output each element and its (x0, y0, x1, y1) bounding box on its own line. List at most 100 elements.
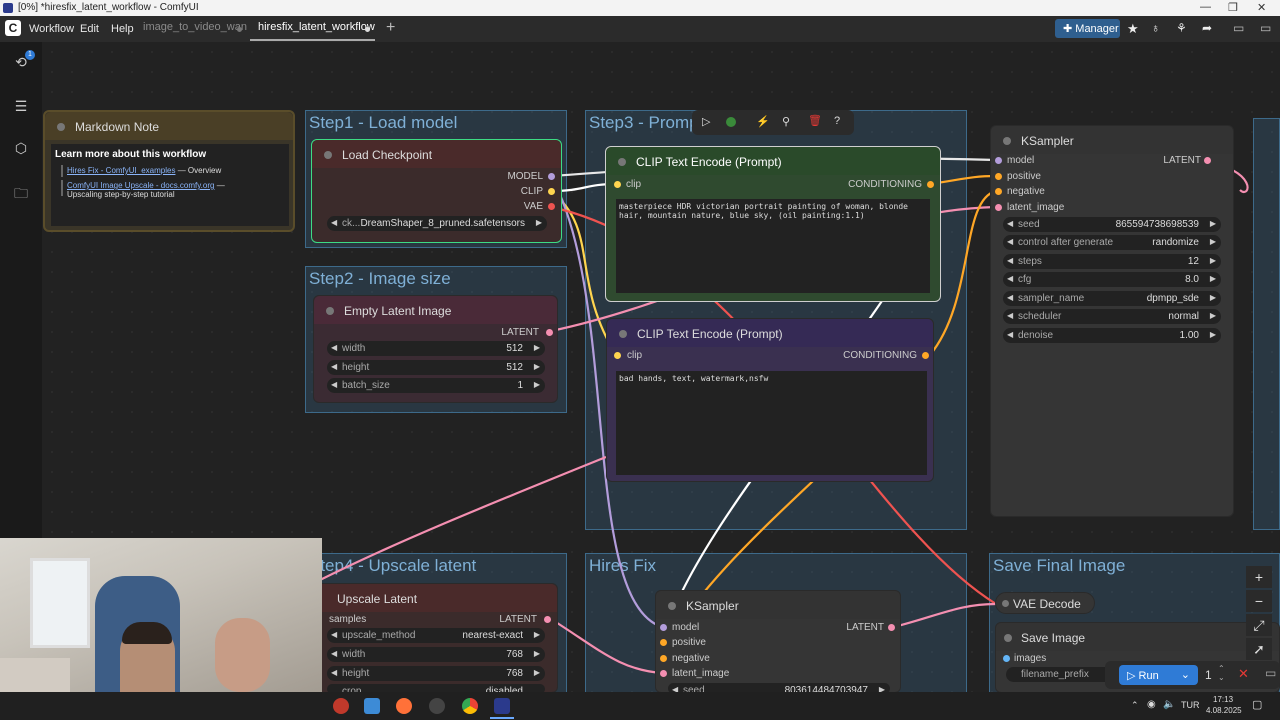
arrow-right-icon[interactable]: ▶ (534, 649, 540, 658)
input-images-slot[interactable] (1003, 655, 1010, 662)
input-clip-slot[interactable] (614, 352, 621, 359)
input-model-slot[interactable] (995, 157, 1002, 164)
clock-time[interactable]: 17:13 (1213, 695, 1233, 704)
arrow-left-icon[interactable]: ◀ (1007, 330, 1013, 339)
select-mode-icon[interactable]: ➚ (1246, 638, 1272, 660)
pin-icon[interactable]: ⚲ (782, 115, 790, 128)
input-latent-slot[interactable] (660, 670, 667, 677)
batch-size-widget[interactable]: ◀ batch_size 1 ▶ (327, 378, 545, 393)
upscale-latent-node[interactable]: Upscale Latent samples LATENT ◀ upscale_m… (313, 583, 558, 694)
save-image-header[interactable]: Save Image (996, 623, 1279, 651)
volume-icon[interactable]: 🔈 (1163, 699, 1175, 710)
cfg-widget[interactable]: ◀ cfg 8.0 ▶ (1003, 272, 1221, 287)
positive-prompt-textarea[interactable]: masterpiece HDR victorian portrait paint… (616, 199, 930, 293)
help-icon[interactable]: ? (834, 115, 840, 127)
arrow-right-icon[interactable]: ▶ (1210, 274, 1216, 283)
input-latent-slot[interactable] (995, 204, 1002, 211)
firefox-icon[interactable] (396, 698, 412, 714)
arrow-right-icon[interactable]: ▶ (1210, 256, 1216, 265)
chrome-icon[interactable] (462, 698, 478, 714)
arrow-left-icon[interactable]: ◀ (1007, 256, 1013, 265)
zoom-in-icon[interactable]: + (1246, 566, 1272, 588)
upscale-method-widget[interactable]: ◀ upscale_method nearest-exact ▶ (327, 628, 545, 643)
input-language[interactable]: TUR (1181, 700, 1200, 710)
obs-icon[interactable] (429, 698, 445, 714)
file-explorer-icon[interactable] (364, 698, 380, 714)
collapse-dot-icon[interactable] (1002, 600, 1009, 607)
arrow-left-icon[interactable]: ◀ (331, 649, 337, 658)
scheduler-widget[interactable]: ◀ scheduler normal ▶ (1003, 309, 1221, 324)
collapse-dot-icon[interactable] (1004, 634, 1012, 642)
output-model-slot[interactable] (548, 173, 555, 180)
output-latent-slot[interactable] (1204, 157, 1211, 164)
color-picker-icon[interactable] (726, 117, 736, 127)
clip-negative-node[interactable]: CLIP Text Encode (Prompt) clip CONDITION… (606, 318, 934, 482)
notification-icon[interactable]: ▢ (1252, 698, 1262, 711)
collapse-dot-icon[interactable] (324, 151, 332, 159)
count-stepper-icon[interactable]: ⌃ ⌄ (1218, 664, 1225, 682)
arrow-right-icon[interactable]: ▶ (534, 362, 540, 371)
collapse-dot-icon[interactable] (619, 330, 627, 338)
delete-icon[interactable]: 🗑 (808, 114, 822, 127)
arrow-right-icon[interactable]: ▶ (534, 380, 540, 389)
output-conditioning-slot[interactable] (927, 181, 934, 188)
cancel-icon[interactable]: ✕ (1238, 666, 1249, 682)
chevron-down-icon[interactable]: ⌄ (1181, 668, 1190, 681)
collapse-dot-icon[interactable] (618, 158, 626, 166)
upscale-height-widget[interactable]: ◀ height 768 ▶ (327, 666, 545, 681)
filename-prefix-widget[interactable]: filename_prefix (1006, 667, 1116, 682)
empty-latent-node[interactable]: Empty Latent Image LATENT ◀ width 512 ▶ ◀ he… (313, 295, 558, 403)
control-after-generate-widget[interactable]: ◀ control after generate randomize ▶ (1003, 235, 1221, 250)
upscale-latent-header[interactable]: Upscale Latent (314, 584, 557, 612)
output-latent-slot[interactable] (546, 329, 553, 336)
arrow-left-icon[interactable]: ◀ (1007, 219, 1013, 228)
arrow-right-icon[interactable]: ▶ (534, 668, 540, 677)
clip-negative-header[interactable]: CLIP Text Encode (Prompt) (607, 319, 933, 347)
load-checkpoint-header[interactable]: Load Checkpoint (312, 140, 561, 168)
input-negative-slot[interactable] (995, 188, 1002, 195)
input-positive-slot[interactable] (995, 173, 1002, 180)
hires-ksampler-header[interactable]: KSampler (656, 591, 900, 619)
arrow-right-icon[interactable]: ▶ (534, 343, 540, 352)
seed-widget[interactable]: ◀ seed 865594738698539 ▶ (1003, 217, 1221, 232)
hires-ksampler-node[interactable]: KSampler model positive negative latent_… (655, 590, 901, 694)
arrow-left-icon[interactable]: ◀ (1007, 311, 1013, 320)
markdown-note-node[interactable]: Markdown Note Learn more about this work… (43, 110, 295, 232)
fit-view-icon[interactable]: ⤢ (1246, 614, 1272, 636)
clip-positive-header[interactable]: CLIP Text Encode (Prompt) (606, 147, 940, 175)
input-positive-slot[interactable] (660, 639, 667, 646)
ksampler-header[interactable]: KSampler (991, 126, 1233, 154)
output-conditioning-slot[interactable] (922, 352, 929, 359)
arrow-left-icon[interactable]: ◀ (331, 630, 337, 639)
batch-count-input[interactable]: 1 (1205, 668, 1212, 682)
arrow-left-icon[interactable]: ◀ (331, 343, 337, 352)
upscale-width-widget[interactable]: ◀ width 768 ▶ (327, 647, 545, 662)
output-latent-slot[interactable] (544, 616, 551, 623)
arrow-right-icon[interactable]: ▶ (1210, 219, 1216, 228)
queue-panel-icon[interactable]: ▭ (1265, 666, 1276, 680)
empty-latent-header[interactable]: Empty Latent Image (314, 296, 557, 324)
arrow-left-icon[interactable]: ◀ (331, 380, 337, 389)
clip-positive-node[interactable]: CLIP Text Encode (Prompt) clip CONDITION… (605, 146, 941, 302)
arrow-left-icon[interactable]: ◀ (331, 668, 337, 677)
arrow-left-icon[interactable]: ◀ (1007, 274, 1013, 283)
output-clip-slot[interactable] (548, 188, 555, 195)
arrow-left-icon[interactable]: ◀ (1007, 293, 1013, 302)
bypass-icon[interactable]: ⚡ (756, 115, 770, 128)
arrow-right-icon[interactable]: ▶ (1210, 237, 1216, 246)
height-widget[interactable]: ◀ height 512 ▶ (327, 360, 545, 375)
width-widget[interactable]: ◀ width 512 ▶ (327, 341, 545, 356)
negative-prompt-textarea[interactable]: bad hands, text, watermark,nsfw (616, 371, 927, 475)
run-node-icon[interactable]: ▷ (702, 115, 710, 128)
steps-widget[interactable]: ◀ steps 12 ▶ (1003, 254, 1221, 269)
output-latent-slot[interactable] (888, 624, 895, 631)
collapse-dot-icon[interactable] (668, 602, 676, 610)
arrow-right-icon[interactable]: ▶ (1210, 330, 1216, 339)
arrow-left-icon[interactable]: ◀ (331, 362, 337, 371)
load-checkpoint-node[interactable]: Load Checkpoint MODEL CLIP VAE ◀ ck... D… (311, 139, 562, 243)
denoise-widget[interactable]: ◀ denoise 1.00 ▶ (1003, 328, 1221, 343)
arrow-right-icon[interactable]: ▶ (1210, 311, 1216, 320)
input-model-slot[interactable] (660, 624, 667, 631)
arrow-right-icon[interactable]: ▶ (536, 218, 542, 227)
zoom-out-icon[interactable]: − (1246, 590, 1272, 612)
